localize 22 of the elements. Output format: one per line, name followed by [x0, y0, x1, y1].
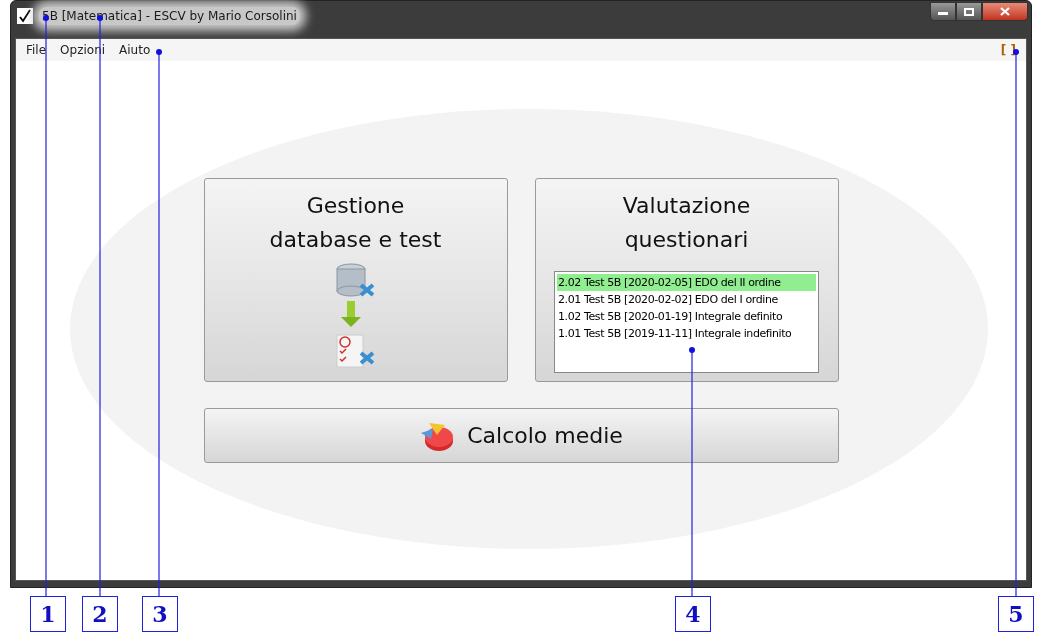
list-item[interactable]: 2.01 Test 5B [2020-02-02] EDO del I ordine — [557, 291, 816, 308]
database-button[interactable]: Gestione database e test — [203, 178, 508, 382]
list-item[interactable]: 1.01 Test 5B [2019-11-11] Integrale indefinito — [557, 325, 816, 342]
maximize-icon — [964, 7, 974, 16]
minimize-icon — [938, 12, 948, 15]
list-item[interactable]: 1.02 Test 5B [2020-01-19] Integrale definito — [557, 308, 816, 325]
maximize-button[interactable] — [956, 2, 982, 21]
check-mark-icon — [17, 8, 33, 24]
callout-label: 3 — [142, 596, 178, 632]
callout-label: 5 — [998, 596, 1034, 632]
callout-label: 1 — [30, 596, 66, 632]
close-icon — [1000, 7, 1010, 16]
minimize-button[interactable] — [930, 2, 956, 21]
callout-label: 2 — [82, 596, 118, 632]
close-button[interactable] — [982, 2, 1028, 21]
list-item[interactable]: 2.02 Test 5B [2020-02-05] EDO del II ordine — [557, 274, 816, 291]
panel-title: Valutazione questionari — [622, 192, 751, 254]
panel-title: Gestione database e test — [269, 192, 442, 254]
callout-label: 4 — [675, 596, 711, 632]
test-list[interactable]: 2.02 Test 5B [2020-02-05] EDO del II ordine 2.01 Test 5B [2020-02-02] EDO del I ordine 1.02 Test 5B [2020-01-19] Integrale definito 1.01 Test 5B [2019-11-11] Integrale indefinito — [554, 271, 819, 373]
averages-button[interactable]: Calcolo medie — [203, 408, 839, 463]
menu-item[interactable]: Aiuto — [119, 41, 151, 59]
